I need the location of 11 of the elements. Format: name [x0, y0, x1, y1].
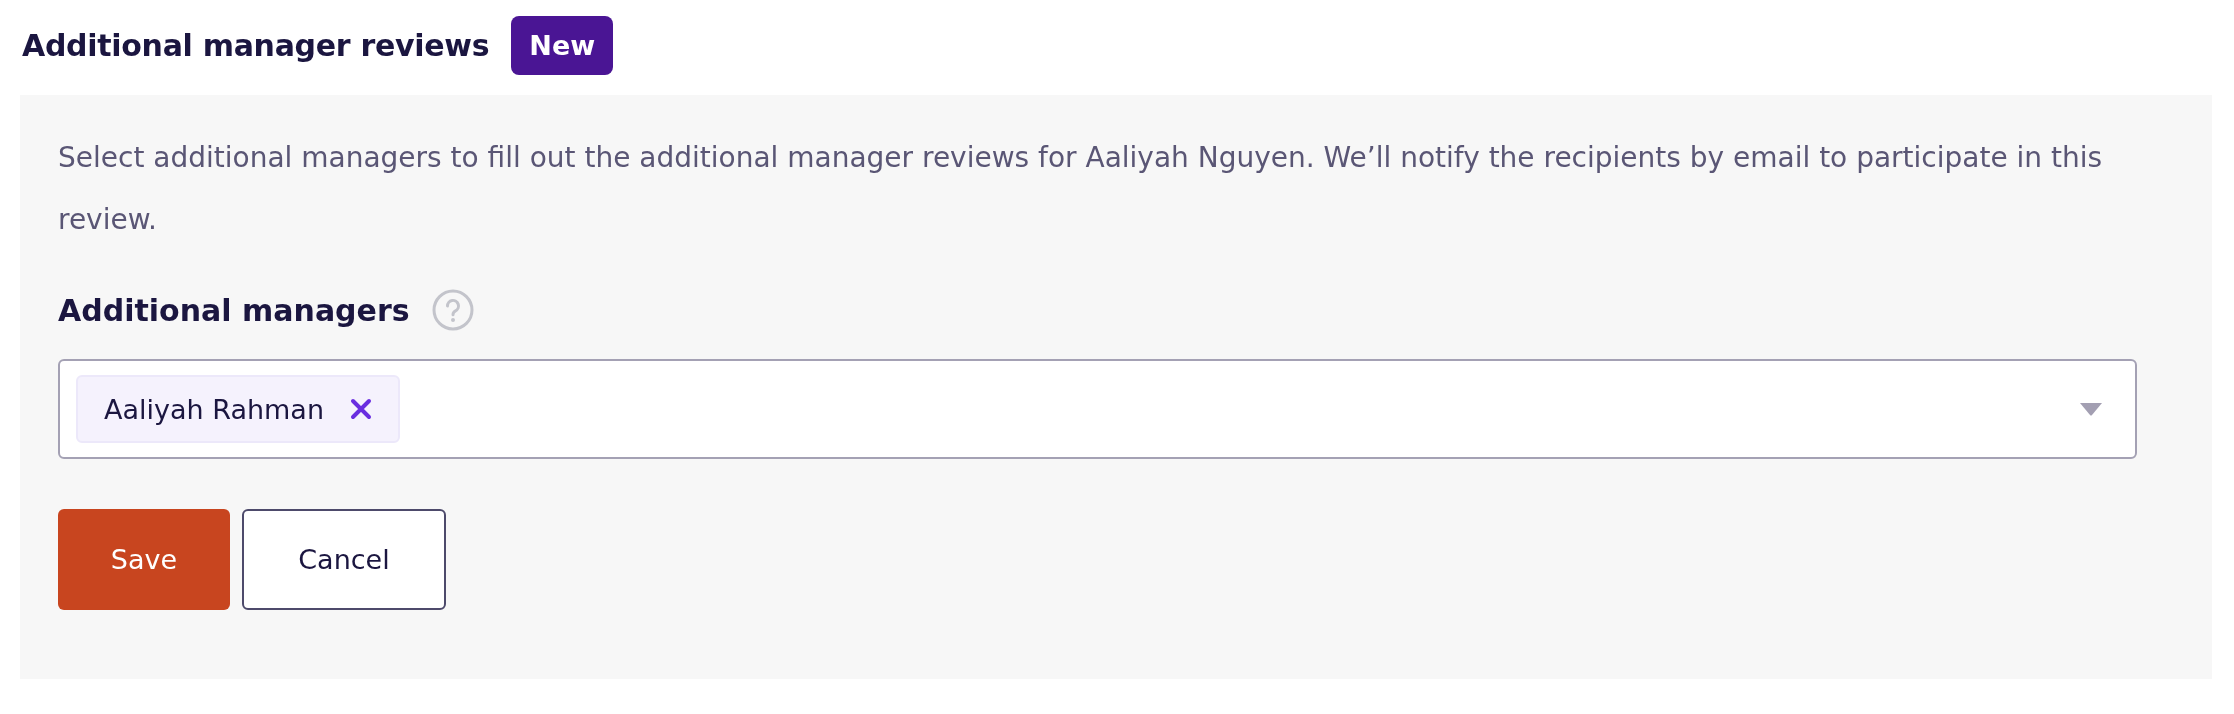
- new-badge: New: [511, 16, 614, 75]
- remove-icon[interactable]: [350, 398, 373, 420]
- help-icon[interactable]: [431, 289, 474, 331]
- cancel-button[interactable]: Cancel: [242, 509, 446, 610]
- description-text: Select additional managers to fill out the additional manager reviews for Aaliyah Nguyen. We’ll notify the recipients by email to participate in this review.: [58, 140, 2104, 238]
- manager-select[interactable]: Aaliyah Rahman: [58, 359, 2137, 459]
- chip-label: Aaliyah Rahman: [104, 393, 325, 425]
- caret-icon[interactable]: [2079, 402, 2103, 416]
- field-label: Additional managers: [58, 292, 410, 328]
- save-button[interactable]: Save: [58, 509, 230, 610]
- section-title: Additional manager reviews: [22, 28, 490, 63]
